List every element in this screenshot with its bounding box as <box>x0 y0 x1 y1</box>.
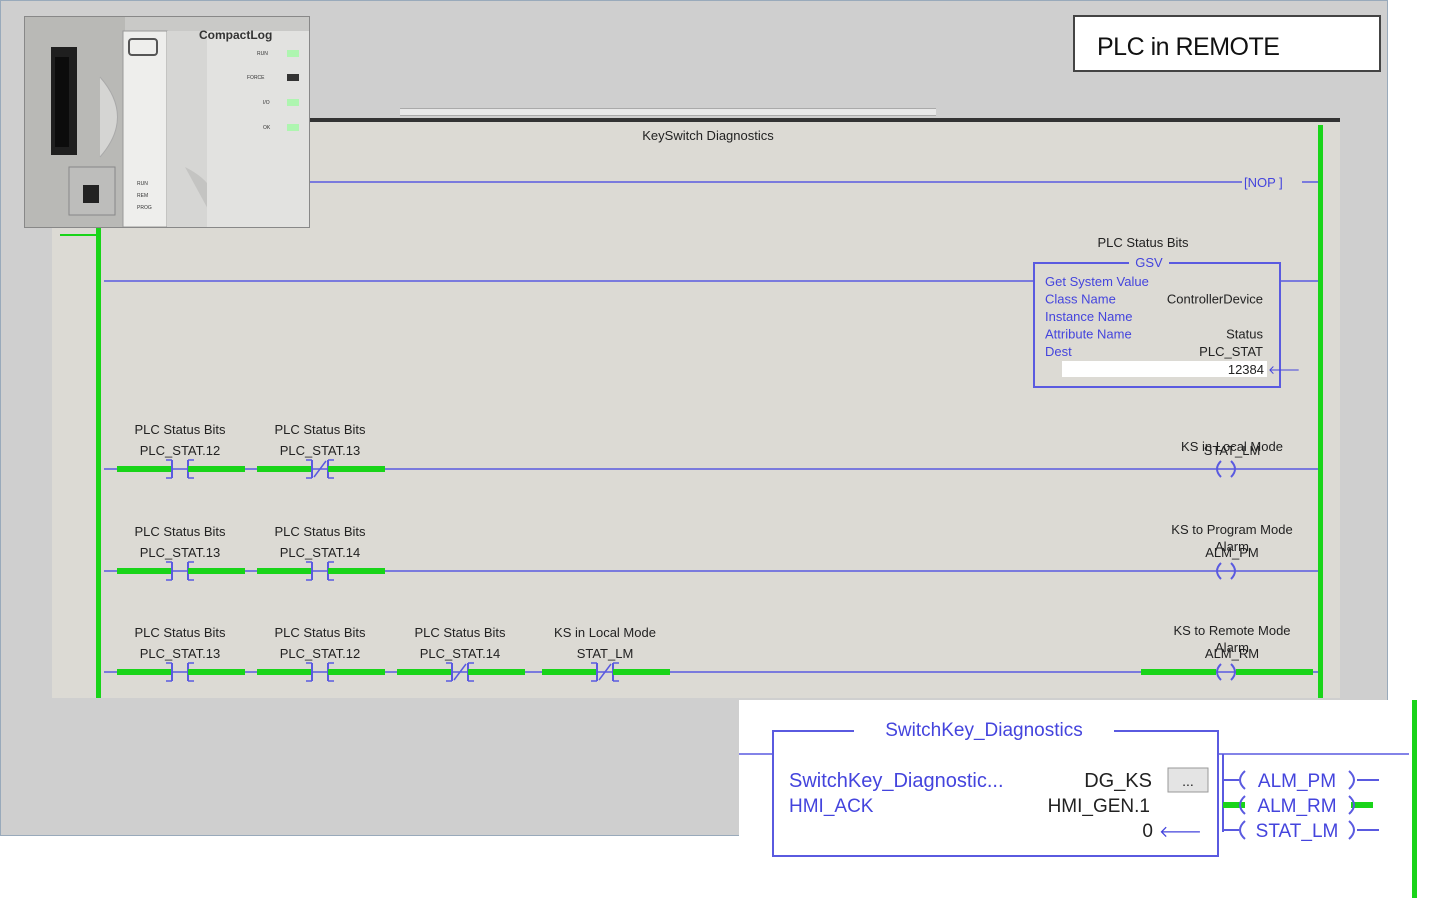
rung-3[interactable]: PLC Status Bits PLC_STAT.13 PLC Status Bit… <box>104 522 1318 581</box>
aoi-browse-button[interactable]: ... <box>1167 767 1209 793</box>
aoi-output-coil[interactable]: ALM_RM <box>1223 795 1373 817</box>
aoi-instruction-panel: SwitchKey_Diagnostics SwitchKey_Diagnost… <box>739 700 1434 898</box>
coil-description: KS to Remote Mode <box>1173 623 1290 638</box>
contact-tag: PLC_STAT.14 <box>280 545 360 560</box>
photo-switch-label: REM <box>137 193 148 199</box>
photo-led-label: FORCE <box>247 75 265 81</box>
contact-tag: PLC_STAT.13 <box>140 545 220 560</box>
gsv-row-label: Get System Value <box>1045 274 1149 289</box>
photo-led-label: I/O <box>263 100 270 106</box>
contact-tag: PLC_STAT.12 <box>280 646 360 661</box>
photo-switch-label: PROG <box>137 205 152 211</box>
nop-instruction: [NOP ] <box>1244 175 1283 190</box>
gsv-title: GSV <box>1135 255 1163 270</box>
arrow-left-icon: 🡐 <box>1159 824 1202 841</box>
plc-controller-photo: CompactLog RUN FORCE I/O OK RUN REM PROG <box>24 16 310 228</box>
aoi-right-power-rail <box>1412 700 1417 898</box>
rung-4[interactable]: PLC Status Bits PLC_STAT.13 PLC Status Bit… <box>104 623 1318 682</box>
photo-brand-text: CompactLog <box>199 28 272 42</box>
contact-description: KS in Local Mode <box>554 625 656 640</box>
photo-led-label: RUN <box>257 51 268 57</box>
aoi-row1-value: DG_KS <box>1084 770 1152 792</box>
run-led <box>287 50 299 57</box>
contact-description: PLC Status Bits <box>134 524 226 539</box>
aoi-row3-value: 0 <box>1142 821 1153 842</box>
gsv-dest-value: 12384 <box>1228 362 1264 377</box>
io-led <box>287 99 299 106</box>
aoi-output-tag: ALM_PM <box>1258 771 1336 792</box>
aoi-row2-value: HMI_GEN.1 <box>1048 796 1150 817</box>
aoi-row2-label: HMI_ACK <box>789 796 874 817</box>
contact-description: PLC Status Bits <box>274 625 366 640</box>
plc-mode-callout: PLC in REMOTE <box>1073 15 1381 72</box>
gsv-comment: PLC Status Bits <box>1097 235 1189 250</box>
ok-led <box>287 124 299 131</box>
contact-tag: PLC_STAT.13 <box>280 443 360 458</box>
gsv-row-value: ControllerDevice <box>1167 292 1263 307</box>
gsv-row-value: Status <box>1226 327 1263 342</box>
rung-2[interactable]: PLC Status Bits PLC_STAT.12 PLC Status Bit… <box>104 422 1318 479</box>
contact-description: PLC Status Bits <box>274 524 366 539</box>
browse-button-label: ... <box>1182 773 1194 789</box>
rung-comment: KeySwitch Diagnostics <box>642 128 774 143</box>
coil-description: KS to Program Mode <box>1171 522 1292 537</box>
contact-tag: PLC_STAT.12 <box>140 443 220 458</box>
coil-tag: ALM_RM <box>1205 646 1259 661</box>
gsv-row-label: Class Name <box>1045 292 1116 307</box>
contact-description: PLC Status Bits <box>134 422 226 437</box>
gsv-row-label: Attribute Name <box>1045 327 1132 342</box>
contact-tag: PLC_STAT.13 <box>140 646 220 661</box>
coil-tag: STAT_LM <box>1204 443 1261 458</box>
right-power-rail <box>1318 125 1323 698</box>
force-led <box>287 74 299 81</box>
photo-switch-label: RUN <box>137 181 148 187</box>
aoi-output-tag: STAT_LM <box>1256 821 1339 842</box>
aoi-output-tag: ALM_RM <box>1257 796 1336 817</box>
contact-tag: PLC_STAT.14 <box>420 646 500 661</box>
aoi-output-coil[interactable]: STAT_LM <box>1223 820 1379 842</box>
contact-description: PLC Status Bits <box>274 422 366 437</box>
contact-description: PLC Status Bits <box>134 625 226 640</box>
gsv-row-label: Instance Name <box>1045 309 1132 324</box>
aoi-title: SwitchKey_Diagnostics <box>885 720 1082 741</box>
contact-description: PLC Status Bits <box>414 625 506 640</box>
rung-nop[interactable]: [NOP ] <box>306 175 1318 190</box>
gsv-row-value: PLC_STAT <box>1199 344 1263 359</box>
photo-led-label: OK <box>263 125 271 131</box>
contact-tag: STAT_LM <box>577 646 634 661</box>
aoi-row1-label: SwitchKey_Diagnostic... <box>789 770 1004 792</box>
coil-tag: ALM_PM <box>1205 545 1258 560</box>
output-coil[interactable]: KS in Local ModeSTAT_LM <box>1181 439 1283 478</box>
gsv-row-label: Dest <box>1045 344 1072 359</box>
rung-gsv[interactable]: PLC Status Bits GSV Get System Value Clas… <box>104 235 1318 388</box>
arrow-left-icon: 🡐 <box>1268 363 1300 377</box>
plc-mode-text: PLC in REMOTE <box>1097 33 1280 61</box>
aoi-output-coil[interactable]: ALM_PM <box>1223 770 1379 792</box>
